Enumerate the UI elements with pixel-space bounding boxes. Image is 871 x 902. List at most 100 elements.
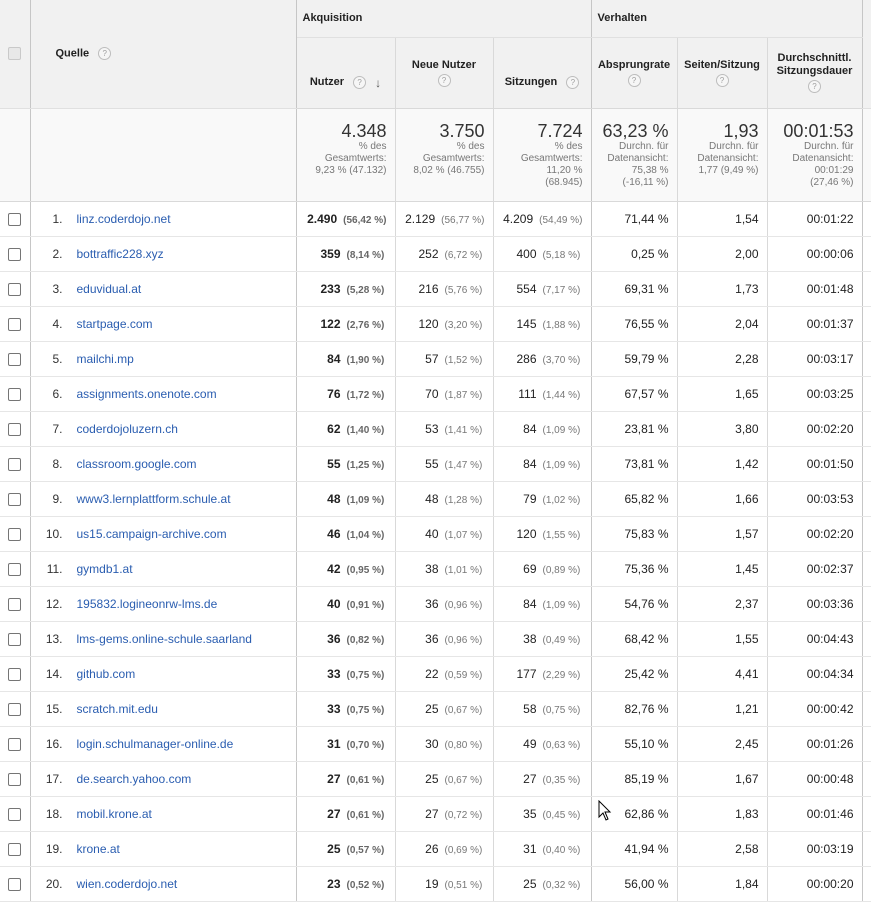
users-percent: (5,28 %) (346, 284, 385, 296)
sort-descending-icon[interactable]: ↓ (375, 76, 381, 90)
sessions-percent: (5,18 %) (542, 249, 581, 261)
row-checkbox[interactable] (8, 702, 22, 716)
help-icon[interactable]: ? (437, 73, 451, 87)
row-checkbox[interactable] (8, 247, 22, 261)
sessions-value: 286 (516, 351, 537, 366)
source-link[interactable]: www3.lernplattform.schule.at (77, 492, 231, 506)
totals-new-users-note: Gesamtwerts: (422, 152, 485, 164)
pages-per-session-cell: 2,45 (677, 726, 768, 762)
source-cell: 18. mobil.krone.at (30, 796, 297, 832)
users-percent: (8,14 %) (346, 249, 385, 261)
bounce-rate-cell: 71,44 % (591, 201, 678, 237)
sessions-cell: 25 (0,32 %) (493, 866, 592, 902)
row-scroll-stub (862, 656, 871, 692)
row-checkbox[interactable] (8, 562, 22, 576)
sessions-value: 145 (516, 316, 537, 331)
sessions-cell: 400 (5,18 %) (493, 236, 592, 272)
users-percent: (0,95 %) (346, 564, 385, 576)
table-row: 12. 195832.logineonrw-lms.de 40 (0,91 %) 36 (… (0, 586, 871, 622)
row-checkbox[interactable] (8, 597, 22, 611)
pages-per-session-header-label: Seiten/Sitzung (684, 58, 760, 71)
users-header[interactable]: Nutzer ? ↓ (296, 37, 396, 109)
new-users-percent: (1,87 %) (444, 389, 483, 401)
help-icon[interactable]: ? (808, 80, 821, 93)
bounce-rate-header[interactable]: Absprungrate ? (591, 37, 678, 109)
avg-duration-header[interactable]: Durchschnittl. Sitzungsdauer ? (767, 37, 863, 109)
source-link[interactable]: de.search.yahoo.com (77, 772, 192, 786)
source-link[interactable]: eduvidual.at (77, 282, 142, 296)
source-link[interactable]: krone.at (77, 842, 120, 856)
row-checkbox[interactable] (8, 632, 22, 646)
sessions-cell: 69 (0,89 %) (493, 551, 592, 587)
source-link[interactable]: 195832.logineonrw-lms.de (77, 597, 218, 611)
table-row: 4. startpage.com 122 (2,76 %) 120 (3,20 %) 145… (0, 306, 871, 342)
row-checkbox[interactable] (8, 492, 22, 506)
source-link[interactable]: wien.coderdojo.net (77, 877, 178, 891)
new-users-value: 70 (425, 386, 439, 401)
source-link[interactable]: linz.coderdojo.net (77, 212, 171, 226)
row-checkbox[interactable] (8, 527, 22, 541)
source-cell: 14. github.com (30, 656, 297, 692)
new-users-value: 25 (425, 771, 439, 786)
totals-new-users: 3.750 % des Gesamtwerts: 8,02 % (46.755) (395, 108, 494, 202)
source-cell: 10. us15.campaign-archive.com (30, 516, 297, 552)
new-users-percent: (1,01 %) (444, 564, 483, 576)
source-link[interactable]: gymdb1.at (77, 562, 133, 576)
source-link[interactable]: mailchi.mp (77, 352, 134, 366)
source-link[interactable]: github.com (77, 667, 136, 681)
row-checkbox[interactable] (8, 422, 22, 436)
row-checkbox[interactable] (8, 667, 22, 681)
new-users-cell: 57 (1,52 %) (395, 341, 494, 377)
row-checkbox[interactable] (8, 212, 22, 226)
users-percent: (1,90 %) (346, 354, 385, 366)
new-users-header[interactable]: Neue Nutzer ? (395, 37, 494, 109)
totals-bounce-rate-note: Datenansicht: (607, 152, 669, 164)
row-checkbox[interactable] (8, 842, 22, 856)
totals-bounce-rate-note: (-16,11 %) (622, 176, 669, 188)
row-checkbox[interactable] (8, 877, 22, 891)
source-link[interactable]: lms-gems.online-schule.saarland (77, 632, 252, 646)
avg-duration-cell: 00:02:20 (767, 411, 863, 447)
row-checkbox[interactable] (8, 457, 22, 471)
help-icon[interactable]: ? (353, 76, 367, 89)
row-scroll-stub (862, 516, 871, 552)
row-checkbox[interactable] (8, 317, 22, 331)
row-checkbox[interactable] (8, 352, 22, 366)
source-link[interactable]: classroom.google.com (77, 457, 197, 471)
avg-duration-header-label-2: Sitzungsdauer (776, 65, 853, 77)
help-icon[interactable]: ? (98, 47, 112, 61)
sessions-header[interactable]: Sitzungen ? (493, 37, 592, 109)
users-value: 48 (327, 491, 341, 506)
pages-per-session-cell: 1,67 (677, 761, 768, 797)
select-all-checkbox[interactable] (8, 47, 22, 61)
source-link[interactable]: bottraffic228.xyz (77, 247, 164, 261)
row-checkbox[interactable] (8, 737, 22, 751)
sessions-cell: 145 (1,88 %) (493, 306, 592, 342)
help-icon[interactable]: ? (715, 73, 729, 87)
users-percent: (1,40 %) (346, 424, 385, 436)
totals-duration-note: (27,46 %) (810, 176, 854, 188)
sessions-value: 400 (516, 246, 537, 261)
row-checkbox[interactable] (8, 807, 22, 821)
source-link[interactable]: us15.campaign-archive.com (77, 527, 227, 541)
row-index: 11. (46, 561, 63, 576)
source-link[interactable]: mobil.krone.at (77, 807, 152, 821)
bounce-rate-cell: 55,10 % (591, 726, 678, 762)
row-checkbox[interactable] (8, 772, 22, 786)
row-checkbox[interactable] (8, 387, 22, 401)
help-icon[interactable]: ? (627, 73, 641, 87)
pages-per-session-header[interactable]: Seiten/Sitzung ? (677, 37, 768, 109)
help-icon[interactable]: ? (566, 75, 580, 89)
source-link[interactable]: scratch.mit.edu (77, 702, 158, 716)
sessions-percent: (54,49 %) (539, 214, 583, 226)
source-link[interactable]: startpage.com (77, 317, 153, 331)
row-checkbox[interactable] (8, 282, 22, 296)
pages-per-session-cell: 1,21 (677, 691, 768, 727)
source-link[interactable]: login.schulmanager-online.de (77, 737, 234, 751)
source-link[interactable]: assignments.onenote.com (77, 387, 217, 401)
source-header[interactable]: Quelle ? (30, 0, 297, 109)
bounce-rate-cell: 41,94 % (591, 831, 678, 867)
source-link[interactable]: coderdojoluzern.ch (77, 422, 178, 436)
new-users-percent: (1,07 %) (444, 529, 483, 541)
row-select-cell (0, 831, 31, 867)
